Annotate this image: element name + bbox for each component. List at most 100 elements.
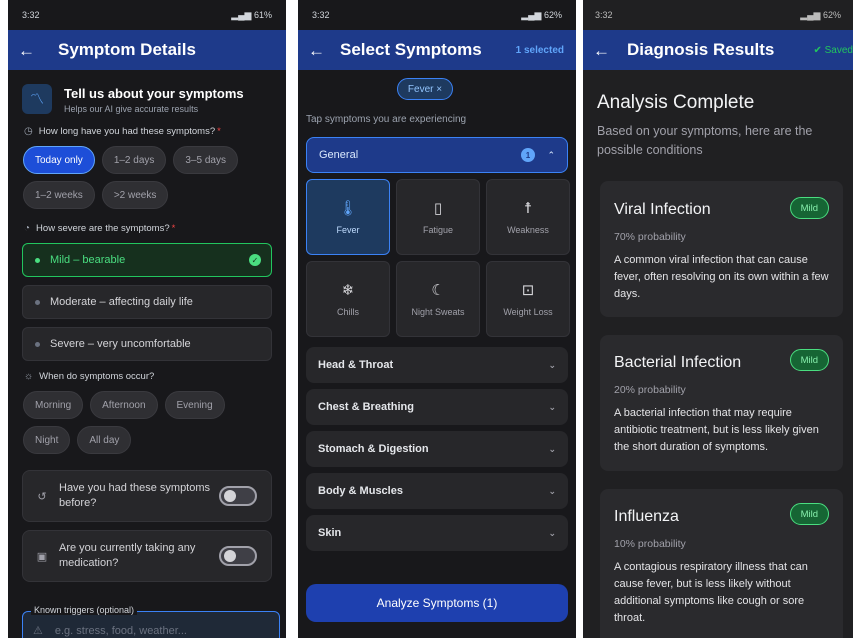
symptoms-before-switch[interactable]	[219, 486, 257, 506]
person-icon: ☨	[523, 200, 533, 217]
check-circle-icon: ✔	[813, 44, 825, 56]
symptom-weakness[interactable]: ☨ Weakness	[486, 179, 570, 255]
result-probability: 20% probability	[614, 384, 686, 396]
severity-options: Mild – bearable ✓ Moderate – affecting da…	[8, 243, 286, 361]
bullet-dot	[35, 299, 40, 305]
app-bar: ← Select Symptoms 1 selected	[298, 30, 576, 70]
diagnosis-results-screen: 3:32 ▂▄▆ 62% ← Diagnosis Results ✔ Saved…	[583, 0, 853, 638]
symptoms-before-toggle-card[interactable]: ↺ Have you had these symptoms before?	[22, 470, 272, 522]
back-arrow-icon[interactable]: ←	[593, 42, 615, 59]
duration-question: ◷ How long have you had these symptoms? *	[24, 126, 221, 137]
chevron-down-icon: ⌄	[548, 527, 556, 538]
chip-1-2-weeks[interactable]: 1–2 weeks	[23, 181, 95, 209]
category-skin[interactable]: Skin ⌄	[306, 515, 568, 551]
result-card[interactable]: Bacterial Infection Mild 20% probability…	[600, 335, 843, 471]
status-bar: 3:32 ▂▄▆ 62%	[298, 0, 576, 30]
status-time: 3:32	[312, 10, 330, 20]
scale-icon: ⊡	[521, 282, 535, 299]
chip-today-only[interactable]: Today only	[23, 146, 95, 174]
severity-badge: Mild	[789, 503, 829, 525]
intro-subtitle: Helps our AI give accurate results	[64, 104, 199, 114]
back-arrow-icon[interactable]: ←	[308, 42, 330, 59]
chip-evening[interactable]: Evening	[164, 391, 225, 419]
triggers-input[interactable]: e.g. stress, food, weather...	[55, 625, 187, 637]
chip-afternoon[interactable]: Afternoon	[90, 391, 158, 419]
chevron-up-icon: ⌃	[547, 149, 555, 160]
chip-night[interactable]: Night	[23, 426, 71, 454]
medication-toggle-card[interactable]: ▣ Are you currently taking any medicatio…	[22, 530, 272, 582]
category-body-muscles[interactable]: Body & Muscles ⌄	[306, 473, 568, 509]
triggers-label: Known triggers (optional)	[31, 605, 138, 615]
severity-badge: Mild	[789, 349, 829, 371]
status-battery: ▂▄▆ 61%	[231, 9, 272, 20]
select-symptoms-screen: 3:32 ▂▄▆ 62% ← Select Symptoms 1 selecte…	[298, 0, 576, 638]
result-card[interactable]: Influenza Mild 10% probability A contagi…	[600, 489, 843, 638]
category-chest-breathing[interactable]: Chest & Breathing ⌄	[306, 389, 568, 425]
category-general[interactable]: General 1 ⌃	[306, 137, 568, 173]
severity-severe[interactable]: Severe – very uncomfortable	[22, 327, 272, 361]
page-title: Diagnosis Results	[627, 40, 775, 59]
signal-icon: ▂▄▆	[231, 9, 254, 20]
status-time: 3:32	[22, 10, 40, 20]
timing-chips: Morning Afternoon Evening Night All day	[8, 391, 286, 454]
sun-icon: ☼	[24, 371, 34, 382]
category-head-throat[interactable]: Head & Throat ⌄	[306, 347, 568, 383]
signal-icon: ▂▄▆	[521, 9, 544, 20]
symptom-weight-loss[interactable]: ⊡ Weight Loss	[486, 261, 570, 337]
status-bar: 3:32 ▂▄▆ 61%	[8, 0, 286, 30]
chip-1-2-days[interactable]: 1–2 days	[101, 146, 167, 174]
count-badge: 1	[521, 148, 535, 162]
chip-over-2-weeks[interactable]: >2 weeks	[101, 181, 169, 209]
page-title: Select Symptoms	[340, 40, 482, 59]
tag-fever[interactable]: Fever ×	[396, 78, 454, 100]
chevron-down-icon: ⌄	[548, 401, 556, 412]
hint-text: Tap symptoms you are experiencing	[306, 114, 467, 125]
chip-morning[interactable]: Morning	[23, 391, 84, 419]
timing-question: ☼ When do symptoms occur?	[24, 371, 155, 382]
severity-question: ◔ How severe are the symptoms? *	[24, 223, 176, 234]
duration-chips: Today only 1–2 days 3–5 days 1–2 weeks >…	[8, 146, 286, 209]
status-battery: ▂▄▆ 62%	[800, 9, 841, 20]
symptom-night-sweats[interactable]: ☾ Night Sweats	[396, 261, 480, 337]
general-symptom-grid: 🌡︎ Fever ▯ Fatigue ☨ Weakness ❄ Chills ☾ Nigh…	[298, 179, 576, 337]
signal-icon: ▂▄▆	[800, 9, 823, 20]
toggle-list: ↺ Have you had these symptoms before? ▣ …	[8, 470, 286, 582]
chevron-down-icon: ⌄	[548, 443, 556, 454]
warning-icon: ⚠	[33, 625, 43, 637]
chip-3-5-days[interactable]: 3–5 days	[173, 146, 238, 174]
status-bar: 3:32 ▂▄▆ 62%	[583, 0, 853, 30]
severity-moderate[interactable]: Moderate – affecting daily life	[22, 285, 272, 319]
gauge-icon: ◔	[24, 223, 31, 234]
result-description: A common viral infection that can cause …	[614, 254, 829, 301]
result-probability: 10% probability	[614, 538, 686, 550]
symptom-chills[interactable]: ❄ Chills	[306, 261, 390, 337]
result-probability: 70% probability	[614, 231, 686, 243]
check-circle-icon: ✓	[249, 254, 261, 266]
results-lead: Based on your symptoms, here are the pos…	[597, 124, 813, 158]
saved-indicator: ✔ Saved	[813, 44, 853, 56]
result-description: A bacterial infection that may require a…	[614, 407, 819, 454]
history-icon: ↺	[37, 490, 47, 503]
analyze-symptoms-button[interactable]: Analyze Symptoms (1)	[306, 584, 568, 622]
clock-icon: ◷	[24, 126, 33, 137]
snowflake-icon: ❄	[341, 282, 355, 299]
thermometer-icon: 🌡︎	[338, 200, 358, 217]
result-description: A contagious respiratory illness that ca…	[614, 561, 808, 625]
symptom-fatigue[interactable]: ▯ Fatigue	[396, 179, 480, 255]
result-card[interactable]: Viral Infection Mild 70% probability A c…	[600, 181, 843, 317]
medication-switch[interactable]	[219, 546, 257, 566]
triggers-field[interactable]: Known triggers (optional) ⚠ e.g. stress,…	[22, 605, 280, 638]
status-time: 3:32	[595, 10, 613, 20]
symptom-details-screen: 3:32 ▂▄▆ 61% ← Symptom Details 〽 Tell us…	[8, 0, 286, 638]
page-title: Symptom Details	[58, 40, 196, 59]
back-arrow-icon[interactable]: ←	[18, 42, 40, 59]
status-battery: ▂▄▆ 62%	[521, 9, 562, 20]
chip-all-day[interactable]: All day	[77, 426, 132, 454]
symptom-fever[interactable]: 🌡︎ Fever	[306, 179, 390, 255]
severity-mild[interactable]: Mild – bearable ✓	[22, 243, 272, 277]
chevron-down-icon: ⌄	[548, 359, 556, 370]
medication-icon: ▣	[36, 550, 48, 563]
severity-badge: Mild	[789, 197, 829, 219]
moon-icon: ☾	[431, 282, 445, 299]
category-stomach-digestion[interactable]: Stomach & Digestion ⌄	[306, 431, 568, 467]
